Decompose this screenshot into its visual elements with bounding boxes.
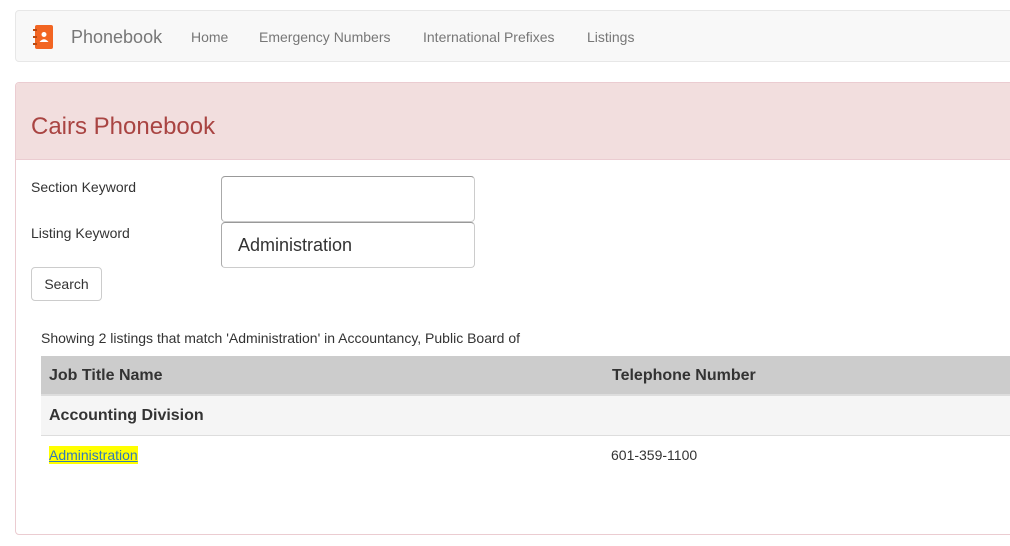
results-summary: Showing 2 listings that match 'Administr…: [41, 330, 521, 346]
page-title: Cairs Phonebook: [31, 113, 216, 140]
nav-international-prefixes[interactable]: International Prefixes: [423, 28, 555, 46]
phonebook-panel: Cairs Phonebook Section Keyword Listing …: [15, 82, 1010, 535]
group-label: Accounting Division: [49, 407, 204, 424]
section-keyword-label: Section Keyword: [31, 179, 137, 195]
group-row: Accounting Division: [41, 396, 1010, 436]
table-header-row: Job Title Name Telephone Number: [41, 356, 1010, 396]
listing-keyword-input[interactable]: [221, 222, 475, 268]
brand-link[interactable]: Phonebook: [71, 26, 162, 48]
listing-phone: 601-359-1100: [611, 447, 698, 463]
phonebook-icon[interactable]: [33, 25, 53, 49]
listing-title-link[interactable]: Administration: [49, 446, 138, 464]
panel-heading: Cairs Phonebook: [16, 83, 1010, 160]
section-keyword-input[interactable]: [221, 176, 475, 222]
results-table: Job Title Name Telephone Number Accounti…: [41, 356, 1010, 474]
nav-home[interactable]: Home: [191, 28, 228, 46]
column-header-job-title[interactable]: Job Title Name: [49, 367, 163, 385]
column-header-telephone[interactable]: Telephone Number: [612, 367, 756, 385]
table-row: Administration 601-359-1100: [41, 436, 1010, 474]
search-button[interactable]: Search: [31, 267, 102, 301]
listing-keyword-label: Listing Keyword: [31, 225, 130, 241]
navbar: Phonebook Home Emergency Numbers Interna…: [15, 10, 1010, 62]
nav-listings[interactable]: Listings: [587, 28, 634, 46]
nav-emergency-numbers[interactable]: Emergency Numbers: [259, 28, 391, 46]
